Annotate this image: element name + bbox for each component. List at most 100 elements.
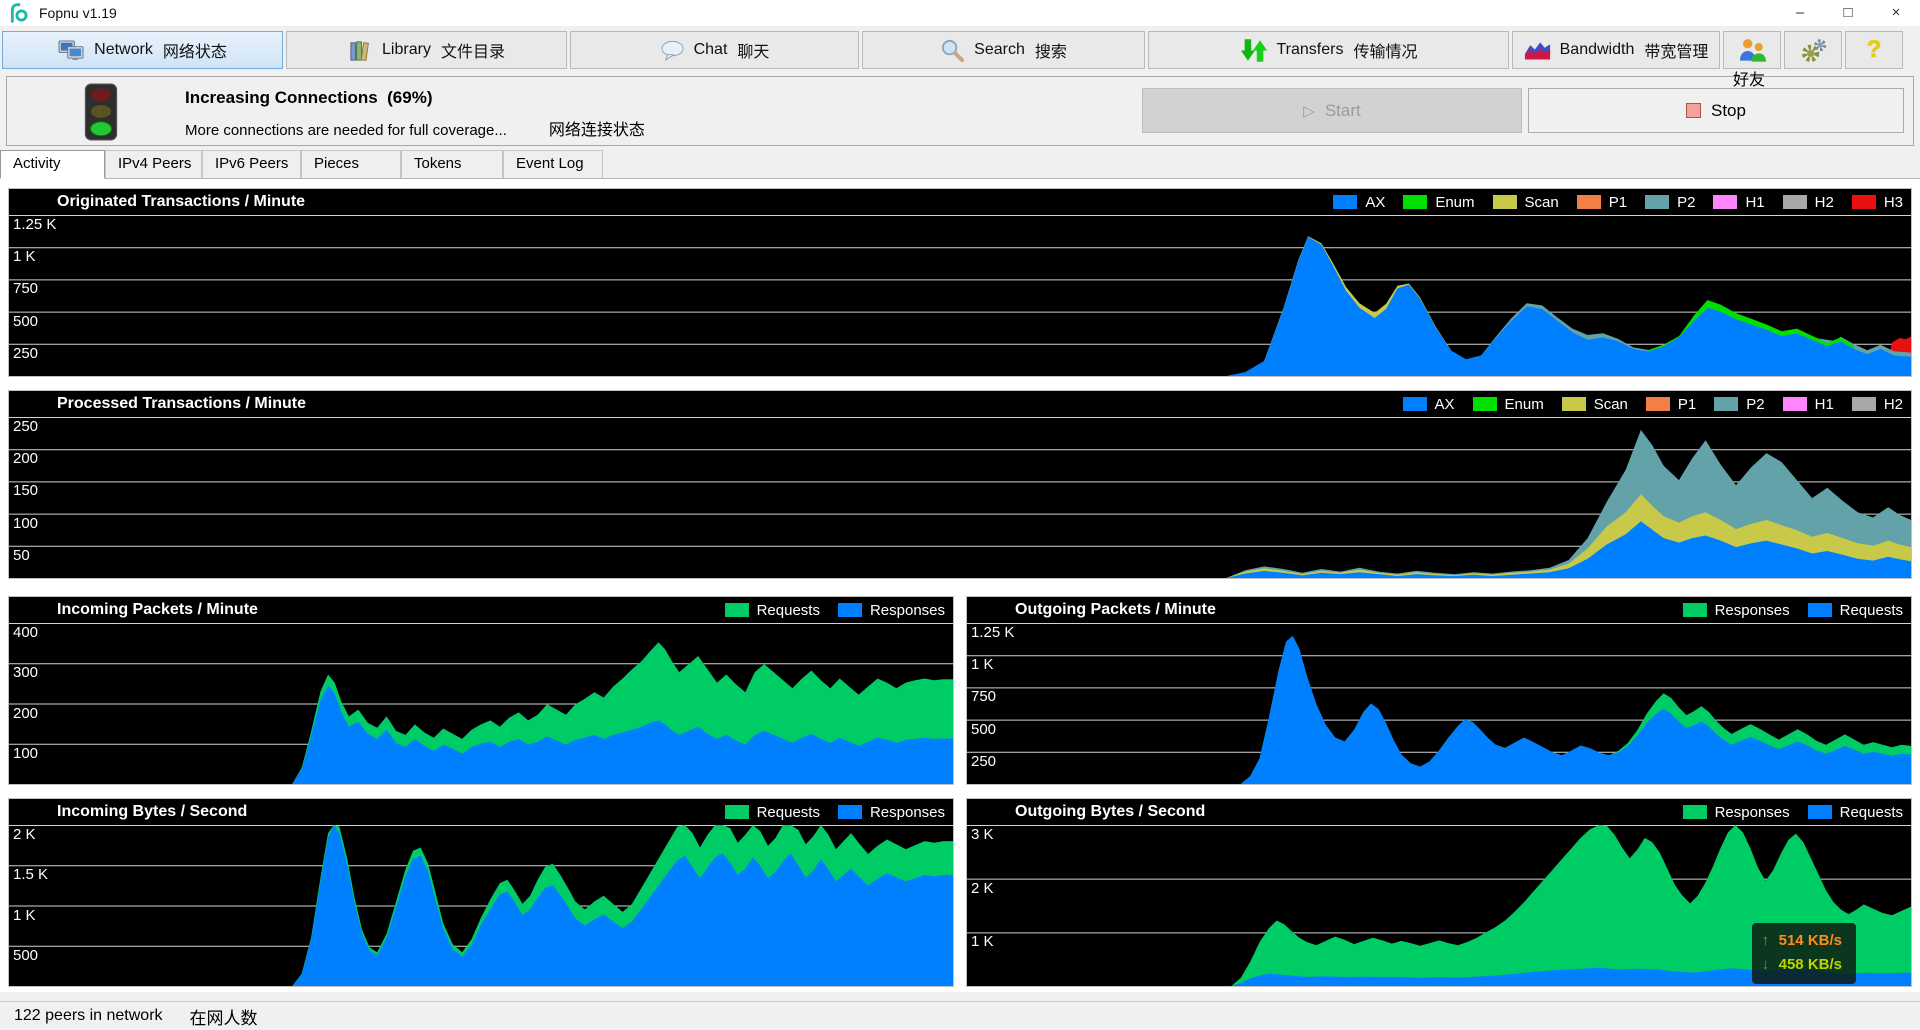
toolbar-label-search: Search [974, 41, 1025, 59]
chart-canvas [967, 623, 1911, 784]
toolbar-label-bandwidth: Bandwidth [1560, 41, 1635, 59]
y-tick-label: 50 [13, 548, 30, 563]
tab-ipv4-peers[interactable]: IPv4 Peers [105, 150, 202, 178]
y-tick-label: 500 [971, 722, 996, 737]
y-tick-label: 200 [13, 706, 38, 721]
stop-button[interactable]: Stop [1528, 88, 1904, 133]
chart-title: Outgoing Packets / Minute [1015, 601, 1216, 619]
start-button[interactable]: ▷ Start [1142, 88, 1522, 133]
legend-label: H1 [1745, 194, 1764, 211]
toolbar-button-friends[interactable] [1723, 31, 1781, 69]
legend-label: P2 [1677, 194, 1695, 211]
upload-arrow-icon: ↑ [1762, 929, 1779, 953]
chart-title: Incoming Packets / Minute [57, 601, 258, 619]
legend-label: P1 [1609, 194, 1627, 211]
transfers-icon [1240, 38, 1268, 63]
toolbar-button-chat[interactable]: Chat 聊天 [570, 31, 859, 69]
chart-canvas [9, 825, 953, 986]
search-icon [940, 38, 965, 63]
close-button[interactable]: × [1872, 0, 1920, 26]
legend-label: Requests [757, 804, 820, 821]
toolbar-label-network-zh: 网络状态 [163, 38, 227, 62]
network-icon [58, 39, 85, 62]
chart-title: Originated Transactions / Minute [57, 193, 305, 211]
legend-item-h1: H1 [1713, 194, 1764, 211]
chart-panel-processed-transactions: Processed Transactions / MinuteAXEnumSca… [8, 390, 1912, 579]
tab-ipv6-peers[interactable]: IPv6 Peers [202, 150, 301, 178]
connection-status-title: Increasing Connections (69%) [185, 88, 645, 108]
chart-canvas [9, 417, 1911, 578]
connection-status-subtitle: More connections are needed for full cov… [185, 122, 507, 139]
stop-icon [1686, 103, 1701, 118]
legend-item-enum: Enum [1403, 194, 1474, 211]
traffic-light-icon [83, 83, 119, 146]
chart-title: Processed Transactions / Minute [57, 395, 306, 413]
titlebar: Fopnu v1.19 – □ × [0, 0, 1920, 26]
y-tick-label: 250 [13, 346, 38, 361]
legend-item-p2: P2 [1714, 396, 1764, 413]
legend-item-requests: Requests [1808, 602, 1903, 619]
fopnu-window: Fopnu v1.19 – □ × Network 网络状态 [0, 0, 1920, 1030]
toolbar-button-network[interactable]: Network 网络状态 [2, 31, 283, 69]
legend-item-responses: Responses [1683, 804, 1790, 821]
legend-swatch-requests [1808, 603, 1832, 617]
legend-swatch-p1 [1646, 397, 1670, 411]
y-tick-label: 250 [971, 754, 996, 769]
legend-item-requests: Requests [1808, 804, 1903, 821]
legend-label: H2 [1815, 194, 1834, 211]
legend-swatch-enum [1473, 397, 1497, 411]
legend-label: Requests [1840, 602, 1903, 619]
legend-swatch-responses [838, 603, 862, 617]
toolbar-label-transfers-zh: 传输情况 [1353, 38, 1417, 62]
legend-label: P2 [1746, 396, 1764, 413]
start-button-label: Start [1325, 101, 1361, 121]
y-tick-label: 100 [13, 746, 38, 761]
start-icon: ▷ [1303, 102, 1315, 120]
peers-count-zh: 在网人数 [190, 1004, 258, 1029]
y-tick-label: 750 [971, 689, 996, 704]
y-tick-label: 2 K [971, 881, 994, 896]
connection-status-subtitle-zh: 网络连接状态 [549, 116, 645, 140]
y-tick-label: 1 K [971, 934, 994, 949]
toolbar-button-help[interactable]: ? [1845, 31, 1903, 69]
legend-swatch-h2 [1783, 195, 1807, 209]
toolbar-button-search[interactable]: Search 搜索 [862, 31, 1145, 69]
legend-label: Responses [1715, 602, 1790, 619]
toolbar-label-network: Network [94, 41, 153, 59]
tab-event-log[interactable]: Event Log [503, 150, 603, 178]
activity-charts: Originated Transactions / MinuteAXEnumSc… [0, 179, 1920, 992]
toolbar-label-library-zh: 文件目录 [441, 38, 505, 62]
chat-icon [660, 39, 685, 62]
maximize-button[interactable]: □ [1824, 0, 1872, 26]
y-tick-label: 1 K [13, 908, 36, 923]
toolbar-button-transfers[interactable]: Transfers 传输情况 [1148, 31, 1509, 69]
legend-swatch-responses [1683, 603, 1707, 617]
legend-swatch-h3 [1852, 195, 1876, 209]
window-controls: – □ × [1776, 0, 1920, 26]
legend-swatch-p2 [1714, 397, 1738, 411]
y-tick-label: 400 [13, 625, 38, 640]
tab-activity[interactable]: Activity [0, 150, 105, 179]
tab-tokens[interactable]: Tokens [401, 150, 503, 178]
chart-title: Incoming Bytes / Second [57, 803, 247, 821]
download-rate-value: 458 KB/s [1779, 953, 1842, 977]
toolbar-button-bandwidth[interactable]: Bandwidth 带宽管理 [1512, 31, 1720, 69]
minimize-button[interactable]: – [1776, 0, 1824, 26]
legend-swatch-requests [725, 805, 749, 819]
chart-legend: RequestsResponses [707, 602, 945, 619]
toolbar-button-library[interactable]: Library 文件目录 [286, 31, 567, 69]
view-tabstrip: Activity IPv4 Peers IPv6 Peers Pieces To… [0, 146, 1920, 179]
legend-item-h2: H2 [1852, 396, 1903, 413]
legend-item-responses: Responses [838, 804, 945, 821]
y-tick-label: 1 K [971, 657, 994, 672]
tab-pieces[interactable]: Pieces [301, 150, 401, 178]
connection-status-panel: Increasing Connections (69%) More connec… [6, 76, 1914, 146]
chart-panel-outgoing-packets: Outgoing Packets / Minute Responses Reques… [966, 596, 1912, 785]
legend-item-responses: Responses [1683, 602, 1790, 619]
toolbar-button-settings[interactable] [1784, 31, 1842, 69]
bottom-statusbar: 122 peers in network 在网人数 [0, 1001, 1920, 1030]
legend-label: Responses [870, 602, 945, 619]
chart-legend: AXEnumScanP1P2H1H2 [1385, 396, 1904, 413]
legend-item-h3: H3 [1852, 194, 1903, 211]
legend-label: H1 [1815, 396, 1834, 413]
